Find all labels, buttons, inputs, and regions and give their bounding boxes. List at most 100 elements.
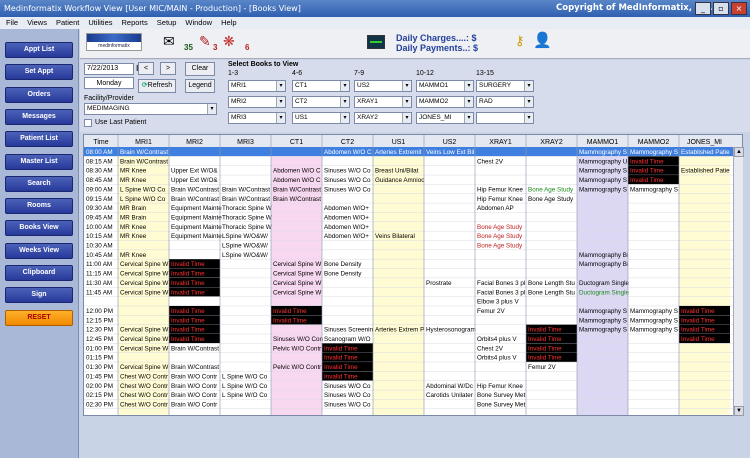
book-select[interactable]: XRAY2 ▾ — [354, 112, 412, 124]
appointment-cell[interactable]: Invalid Time — [171, 271, 205, 278]
book-select[interactable]: SURGERY ▾ — [476, 80, 534, 92]
appointment-cell[interactable]: Pelvic W/O Contr — [273, 364, 321, 371]
sidebar-rooms-button[interactable]: Rooms — [5, 198, 73, 215]
sidebar-patient-list-button[interactable]: Patient List — [5, 131, 73, 148]
appointment-cell[interactable]: Equipment Mainte — [171, 233, 222, 240]
appointment-cell[interactable]: Cervical Spine W — [120, 280, 168, 287]
sidebar-appt-list-button[interactable]: Appt List — [5, 42, 73, 58]
book-select[interactable]: ▾ — [476, 112, 534, 124]
appointment-cell[interactable]: Scanogram W/O — [324, 336, 371, 343]
appointment-cell[interactable]: Mammography S — [579, 149, 627, 156]
appointment-cell[interactable]: Cervical Spine W — [273, 289, 321, 296]
menu-help[interactable]: Help — [221, 17, 236, 29]
appointment-cell[interactable]: Invalid Time — [681, 327, 715, 334]
appointment-cell[interactable]: Invalid Time — [681, 308, 715, 315]
appointment-cell[interactable]: L Spine W/O Co — [222, 392, 268, 399]
appointment-cell[interactable]: Mammography S — [579, 327, 627, 334]
appointment-cell[interactable]: L Spine W/O Co — [120, 196, 166, 203]
appointment-cell[interactable]: MR Knee — [120, 252, 147, 259]
book-select[interactable]: JONES_MI ▾ — [416, 112, 474, 124]
book-select[interactable]: RAD ▾ — [476, 96, 534, 108]
appointment-cell[interactable]: Facial Bones 3 pl — [477, 289, 525, 296]
appointment-cell[interactable]: Invalid Time — [681, 317, 715, 324]
menu-views[interactable]: Views — [27, 17, 47, 29]
appointment-cell[interactable]: Bone Length Stu — [528, 280, 575, 287]
appointment-cell[interactable]: LSpine W/O&W/ — [222, 233, 268, 240]
appointment-cell[interactable]: Brain W/Contrast — [171, 186, 219, 193]
appointment-cell[interactable]: Hip Femur Knee — [477, 196, 523, 203]
sidebar-weeks-view-button[interactable]: Weeks View — [5, 242, 73, 259]
appointment-cell[interactable]: Mammography S — [579, 308, 627, 315]
appointment-cell[interactable]: Mammography Bi — [579, 252, 628, 259]
appointment-cell[interactable]: Bone Age Study — [477, 243, 523, 250]
appointment-cell[interactable]: Cervical Spine W — [120, 345, 168, 352]
appointment-cell[interactable]: Prostrate — [426, 280, 452, 287]
appointment-cell[interactable]: Orbits4 plus V — [477, 355, 517, 362]
appointment-cell[interactable]: Abdomen AP — [477, 205, 514, 212]
tab-monday[interactable]: Monday — [84, 77, 134, 89]
facility-select[interactable]: MEDIMAGING ▾ — [84, 103, 217, 115]
appointment-cell[interactable]: Chest W/O Contr — [120, 373, 168, 380]
appointment-cell[interactable]: Guidance Amnioc — [375, 177, 424, 184]
appointment-cell[interactable]: Mammography S — [579, 186, 627, 193]
book-select[interactable]: US2 ▾ — [354, 80, 412, 92]
appointment-cell[interactable]: MR Knee — [120, 168, 147, 175]
appointment-cell[interactable]: Invalid Time — [528, 345, 562, 352]
appointment-cell[interactable]: Equipment Mainte — [171, 214, 222, 221]
vertical-scrollbar[interactable]: ▲ ▼ — [733, 147, 744, 416]
task-icon[interactable]: ✎ — [199, 33, 211, 50]
appointment-cell[interactable]: Sinuses W/O Co — [324, 392, 371, 399]
book-select[interactable]: MRI3 ▾ — [228, 112, 286, 124]
appointment-cell[interactable]: Established Patie — [681, 168, 730, 175]
appointment-cell[interactable]: Sinuses W/O Co — [324, 383, 371, 390]
appointment-cell[interactable]: Mammography S — [579, 317, 627, 324]
appointment-cell[interactable]: Invalid Time — [324, 373, 358, 380]
appointment-cell[interactable]: MR Brain — [120, 214, 147, 221]
appointment-cell[interactable]: Chest W/O Contr — [120, 392, 168, 399]
appointment-cell[interactable]: Chest W/O Contr — [120, 401, 168, 408]
monitor-icon[interactable] — [367, 35, 385, 49]
appointment-cell[interactable]: L Spine W/O Co — [222, 373, 268, 380]
appointment-cell[interactable]: Brain W/O Contr — [171, 401, 217, 408]
appointment-cell[interactable]: Invalid Time — [630, 168, 664, 175]
appointment-cell[interactable]: Hip Femur Knee — [477, 383, 523, 390]
appointment-cell[interactable]: Arteries Extremit — [375, 149, 422, 156]
restore-button[interactable]: ▫ — [713, 2, 729, 15]
appointment-cell[interactable]: Invalid Time — [528, 355, 562, 362]
appointment-cell[interactable]: Mammography S — [630, 327, 678, 334]
appointment-cell[interactable]: Mammography Bi — [579, 261, 628, 268]
appointment-cell[interactable]: Femur 2V — [477, 308, 505, 315]
sidebar-messages-button[interactable]: Messages — [5, 108, 73, 125]
appointment-cell[interactable]: Invalid Time — [681, 336, 715, 343]
appointment-cell[interactable]: MR Knee — [120, 177, 147, 184]
use-last-patient-checkbox[interactable] — [84, 119, 92, 127]
appointment-cell[interactable]: Mammography S — [630, 186, 678, 193]
appointment-cell[interactable]: MR Knee — [120, 224, 147, 231]
appointment-cell[interactable]: Ductogram Single — [579, 289, 630, 296]
appointment-cell[interactable]: Abdominal W/Dc — [426, 383, 473, 390]
appointment-cell[interactable]: Cervical Spine W — [120, 336, 168, 343]
appointment-cell[interactable]: Invalid Time — [171, 308, 205, 315]
menu-patient[interactable]: Patient — [56, 17, 79, 29]
appointment-cell[interactable]: Bone Age Study — [477, 233, 523, 240]
appointment-cell[interactable]: Mammography S — [630, 149, 678, 156]
book-select[interactable]: XRAY1 ▾ — [354, 96, 412, 108]
appointment-cell[interactable]: Cervical Spine W — [273, 280, 321, 287]
appointment-cell[interactable]: Invalid Time — [171, 317, 205, 324]
appointment-cell[interactable]: LSpine W/O&W/ — [222, 243, 268, 250]
appointment-cell[interactable]: Abdomen W/O+ — [324, 205, 369, 212]
sidebar-search-button[interactable]: Search — [5, 175, 73, 192]
menu-file[interactable]: File — [6, 17, 18, 29]
appointment-cell[interactable]: Mammography S — [579, 168, 627, 175]
appointment-cell[interactable]: Sinuses W/O Co — [324, 168, 371, 175]
sidebar-clipboard-button[interactable]: Clipboard — [5, 265, 73, 281]
appointment-cell[interactable]: Brain W/Contrast — [273, 196, 321, 203]
scroll-up-icon[interactable]: ▲ — [734, 147, 744, 157]
appointment-cell[interactable]: Sinuses W/O Co — [324, 177, 371, 184]
appointment-cell[interactable]: Hysterosonogram — [426, 327, 476, 334]
appointment-cell[interactable]: Breast Uni/Bilat — [375, 168, 419, 175]
appointment-cell[interactable]: Invalid Time — [273, 317, 307, 324]
sidebar-sign-button[interactable]: Sign — [5, 287, 73, 304]
appointment-cell[interactable]: Brain W/Contrast — [171, 345, 219, 352]
appointment-cell[interactable]: Mammography S — [630, 317, 678, 324]
